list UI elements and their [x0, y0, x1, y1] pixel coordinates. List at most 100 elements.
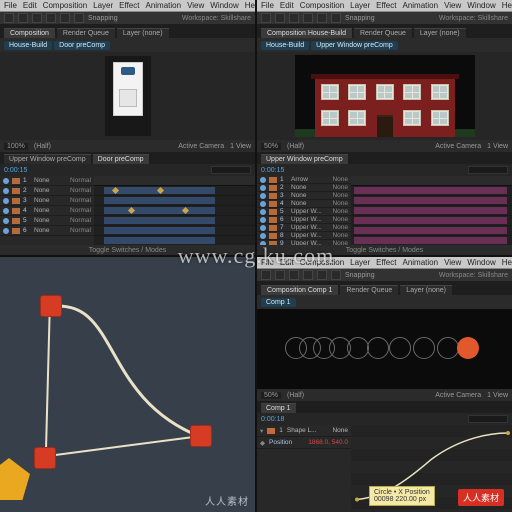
workspace-value[interactable]: Skillshare — [221, 15, 251, 22]
tl-tab-comp1[interactable]: Comp 1 — [261, 403, 296, 413]
time-ruler[interactable] — [351, 176, 512, 186]
color-chip-icon[interactable] — [269, 185, 277, 191]
pen-tool-icon[interactable] — [60, 13, 70, 23]
camera-value[interactable]: Active Camera — [435, 143, 481, 150]
layer-name[interactable]: None — [34, 217, 50, 224]
timeline-search-input[interactable] — [211, 166, 251, 174]
tab-render-queue[interactable]: Render Queue — [340, 285, 398, 295]
layer-row[interactable]: 4NoneNormal — [0, 206, 94, 216]
bezier-node[interactable] — [190, 425, 212, 447]
menu-animation[interactable]: Animation — [402, 1, 438, 10]
zoom-tool-icon[interactable] — [289, 270, 299, 280]
layer-name[interactable]: None — [34, 227, 50, 234]
layer-mode[interactable]: Normal — [70, 207, 91, 214]
zoom-value[interactable]: 50% — [261, 392, 281, 399]
text-tool-icon[interactable] — [331, 270, 341, 280]
snapping-label[interactable]: Snapping — [345, 15, 375, 22]
zoom-value[interactable]: 50% — [261, 143, 281, 150]
composition-viewer[interactable] — [257, 52, 512, 140]
eye-icon[interactable] — [3, 198, 9, 204]
layer-mode[interactable]: None — [332, 216, 348, 223]
layer-name[interactable]: None — [291, 192, 307, 199]
color-chip-icon[interactable] — [269, 225, 277, 231]
layer-bar[interactable] — [354, 227, 507, 234]
menu-composition[interactable]: Composition — [43, 1, 87, 10]
menu-bar[interactable]: File Edit Composition Layer Effect Anima… — [0, 0, 255, 12]
layer-mode[interactable]: Normal — [70, 187, 91, 194]
layer-row[interactable]: 2NoneNormal — [0, 186, 94, 196]
hand-tool-icon[interactable] — [18, 13, 28, 23]
color-chip-icon[interactable] — [12, 208, 20, 214]
crumb-upper-window[interactable]: Upper Window preComp — [311, 41, 398, 50]
stopwatch-icon[interactable]: ◆ — [260, 439, 265, 447]
text-tool-icon[interactable] — [331, 13, 341, 23]
layer-name[interactable]: Upper W... — [291, 232, 322, 239]
tl-tab-upper-window[interactable]: Upper Window preComp — [4, 154, 91, 164]
rotate-tool-icon[interactable] — [303, 270, 313, 280]
timecode[interactable]: 0:00:18 — [261, 416, 284, 423]
eye-icon[interactable] — [3, 218, 9, 224]
layer-bar[interactable] — [104, 227, 215, 234]
layer-row[interactable]: 3NoneNormal — [0, 196, 94, 206]
menu-bar[interactable]: File Edit Composition Layer Effect Anima… — [257, 257, 512, 269]
layer-mode[interactable]: None — [332, 224, 348, 231]
layer-mode[interactable]: None — [332, 176, 348, 183]
layer-bar[interactable] — [354, 237, 507, 244]
crumb-comp1[interactable]: Comp 1 — [261, 298, 296, 307]
crumb-house-build[interactable]: House-Build — [4, 41, 52, 50]
color-chip-icon[interactable] — [12, 178, 20, 184]
layer-name[interactable]: Upper W... — [291, 208, 322, 215]
views-value[interactable]: 1 View — [487, 392, 508, 399]
menu-composition[interactable]: Composition — [300, 1, 344, 10]
tl-tab-door[interactable]: Door preComp — [93, 154, 149, 164]
layer-name[interactable]: None — [291, 200, 307, 207]
layer-bar[interactable] — [104, 237, 215, 244]
composition-viewer[interactable] — [0, 52, 255, 140]
menu-effect[interactable]: Effect — [376, 258, 396, 267]
layer-name[interactable]: None — [34, 177, 50, 184]
selection-tool-icon[interactable] — [4, 13, 14, 23]
layer-name[interactable]: None — [34, 197, 50, 204]
tab-composition[interactable]: Composition — [4, 28, 55, 38]
layer-mode[interactable]: Normal — [70, 227, 91, 234]
layer-row[interactable]: 1ArrowNone — [257, 176, 351, 184]
menu-bar[interactable]: File Edit Composition Layer Effect Anima… — [257, 0, 512, 12]
menu-help[interactable]: Help — [245, 1, 255, 10]
snapping-label[interactable]: Snapping — [345, 272, 375, 279]
timeline-search-input[interactable] — [468, 415, 508, 423]
timeline-tracks[interactable] — [351, 176, 512, 245]
layer-name[interactable]: None — [291, 184, 307, 191]
camera-value[interactable]: Active Camera — [435, 392, 481, 399]
twirl-icon[interactable]: ▾ — [260, 427, 263, 435]
color-chip-icon[interactable] — [12, 218, 20, 224]
selection-tool-icon[interactable] — [261, 13, 271, 23]
views-value[interactable]: 1 View — [487, 143, 508, 150]
bezier-canvas[interactable]: 人人素材 — [0, 257, 255, 512]
menu-layer[interactable]: Layer — [350, 258, 370, 267]
tab-composition[interactable]: Composition Comp 1 — [261, 285, 338, 295]
eye-icon[interactable] — [260, 217, 266, 223]
menu-view[interactable]: View — [444, 1, 461, 10]
menu-edit[interactable]: Edit — [280, 1, 294, 10]
layer-name[interactable]: Upper W... — [291, 216, 322, 223]
eye-icon[interactable] — [3, 208, 9, 214]
menu-composition[interactable]: Composition — [300, 258, 344, 267]
crumb-house-build[interactable]: House-Build — [261, 41, 309, 50]
menu-file[interactable]: File — [261, 1, 274, 10]
layer-mode[interactable]: Normal — [70, 177, 91, 184]
eye-icon[interactable] — [260, 209, 266, 215]
timeline-footer[interactable]: Toggle Switches / Modes — [0, 245, 255, 255]
zoom-tool-icon[interactable] — [289, 13, 299, 23]
rotate-tool-icon[interactable] — [46, 13, 56, 23]
color-chip-icon[interactable] — [12, 188, 20, 194]
color-chip-icon[interactable] — [269, 177, 277, 183]
layer-row[interactable]: 1NoneNormal — [0, 176, 94, 186]
crumb-door-precomp[interactable]: Door preComp — [54, 41, 110, 50]
layer-mode[interactable]: None — [332, 200, 348, 207]
layer-bar[interactable] — [104, 197, 215, 204]
menu-window[interactable]: Window — [467, 258, 495, 267]
menu-edit[interactable]: Edit — [280, 258, 294, 267]
menu-edit[interactable]: Edit — [23, 1, 37, 10]
layer-row[interactable]: 2NoneNone — [257, 184, 351, 192]
tab-layer[interactable]: Layer (none) — [117, 28, 169, 38]
